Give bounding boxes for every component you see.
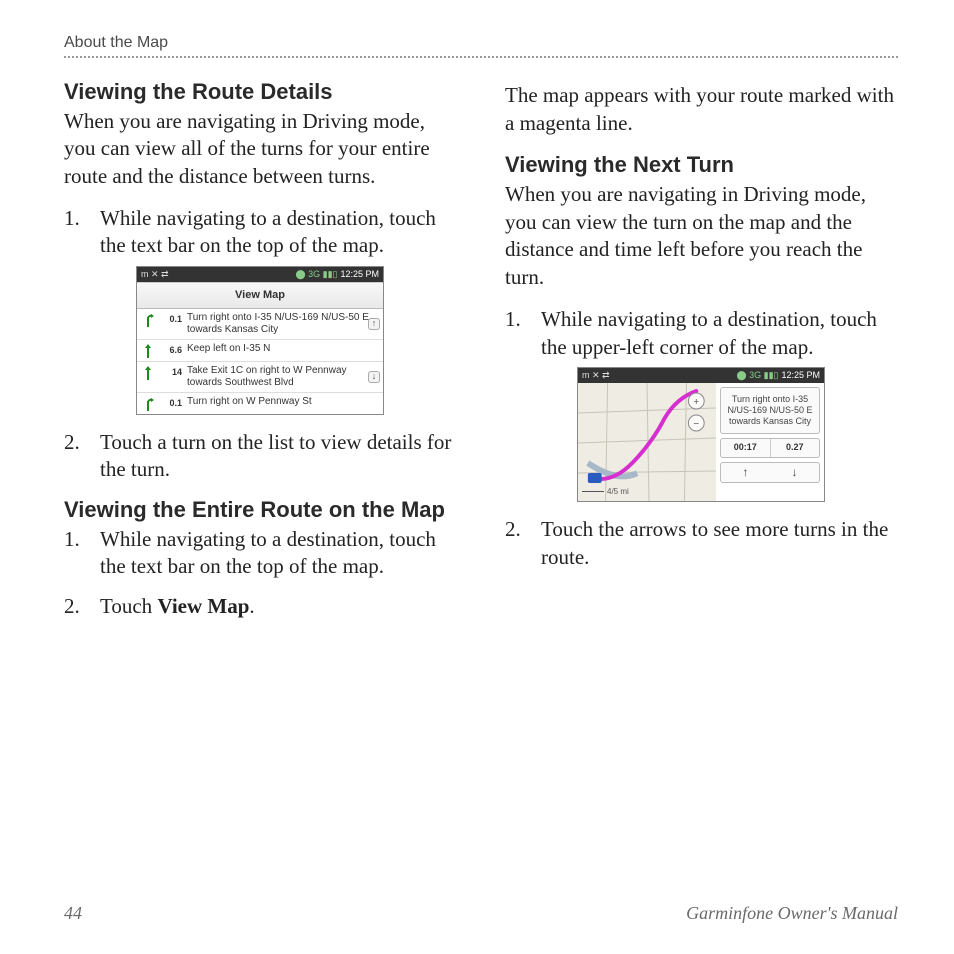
turn-distance: 6.6 bbox=[160, 343, 182, 357]
map-canvas[interactable]: + − 4/5 mi bbox=[578, 383, 716, 501]
turn-instruction: Take Exit 1C on right to W Pennway towar… bbox=[187, 365, 379, 389]
svg-text:+: + bbox=[693, 397, 699, 408]
step-item: While navigating to a destination, touch… bbox=[64, 205, 457, 415]
manual-page: About the Map Viewing the Route Details … bbox=[0, 0, 954, 954]
step-text-suffix: . bbox=[249, 594, 254, 618]
turn-arrow-icon bbox=[141, 396, 155, 411]
left-column: Viewing the Route Details When you are n… bbox=[64, 78, 457, 868]
status-time: 12:25 PM bbox=[781, 370, 820, 382]
status-icons-left: m ✕ ⇄ bbox=[582, 370, 610, 382]
next-turn-panel: Turn right onto I-35 N/US-169 N/US-50 E … bbox=[716, 383, 824, 501]
turn-arrow-icon bbox=[141, 343, 155, 358]
turn-list-row[interactable]: 0.1 Turn right on W Pennway St bbox=[137, 393, 383, 414]
turn-distance: 0.1 bbox=[160, 396, 182, 410]
step-text: While navigating to a destination, touch… bbox=[541, 307, 877, 359]
screenshot-next-turn: m ✕ ⇄ ⬤ 3G ▮▮▯ 12:25 PM bbox=[577, 367, 825, 502]
heading-entire-route: Viewing the Entire Route on the Map bbox=[64, 496, 457, 524]
header-rule bbox=[64, 56, 898, 58]
map-body: + − 4/5 mi Turn right onto I- bbox=[578, 383, 824, 501]
distance-remaining: 0.27 bbox=[770, 439, 820, 457]
continuation-paragraph: The map appears with your route marked w… bbox=[505, 82, 898, 137]
time-remaining: 00:17 bbox=[721, 439, 770, 457]
step-item: Touch a turn on the list to view details… bbox=[64, 429, 457, 484]
next-turn-stats: 00:17 0.27 bbox=[720, 438, 820, 458]
turn-list-row[interactable]: 6.6 Keep left on I-35 N bbox=[137, 340, 383, 362]
steps-next-turn: While navigating to a destination, touch… bbox=[505, 306, 898, 572]
heading-next-turn: Viewing the Next Turn bbox=[505, 151, 898, 179]
svg-text:−: − bbox=[693, 419, 699, 430]
right-column: The map appears with your route marked w… bbox=[505, 78, 898, 868]
status-time: 12:25 PM bbox=[340, 269, 379, 281]
intro-route-details: When you are navigating in Driving mode,… bbox=[64, 108, 457, 191]
turn-distance: 14 bbox=[160, 365, 182, 379]
steps-route-details: While navigating to a destination, touch… bbox=[64, 205, 457, 484]
running-header: About the Map bbox=[64, 34, 898, 52]
step-item: While navigating to a destination, touch… bbox=[505, 306, 898, 502]
turn-instruction: Turn right onto I-35 N/US-169 N/US-50 E … bbox=[187, 312, 379, 336]
step-text-bold: View Map bbox=[157, 594, 249, 618]
page-footer: 44 Garminfone Owner's Manual bbox=[64, 903, 898, 924]
turn-list-row[interactable]: 0.1 Turn right onto I-35 N/US-169 N/US-5… bbox=[137, 309, 383, 340]
turn-instruction: Turn right on W Pennway St bbox=[187, 396, 379, 408]
turn-nav-arrows: ↑ ↓ bbox=[720, 462, 820, 484]
status-signal-icons: ⬤ 3G ▮▮▯ bbox=[737, 370, 779, 382]
status-signal-icons: ⬤ 3G ▮▮▯ bbox=[296, 269, 338, 281]
intro-next-turn: When you are navigating in Driving mode,… bbox=[505, 181, 898, 292]
manual-title: Garminfone Owner's Manual bbox=[686, 903, 898, 924]
map-scale-label: 4/5 mi bbox=[607, 487, 629, 498]
heading-route-details: Viewing the Route Details bbox=[64, 78, 457, 106]
step-item: While navigating to a destination, touch… bbox=[64, 526, 457, 581]
turn-distance: 0.1 bbox=[160, 312, 182, 326]
turn-arrow-icon bbox=[141, 312, 155, 327]
steps-entire-route: While navigating to a destination, touch… bbox=[64, 526, 457, 621]
turn-list-row[interactable]: 14 Take Exit 1C on right to W Pennway to… bbox=[137, 362, 383, 393]
step-item: Touch the arrows to see more turns in th… bbox=[505, 516, 898, 571]
status-icons-left: m ✕ ⇄ bbox=[141, 269, 169, 281]
page-number: 44 bbox=[64, 903, 82, 924]
map-scale: 4/5 mi bbox=[582, 487, 629, 498]
phone-status-bar: m ✕ ⇄ ⬤ 3G ▮▮▯ 12:25 PM bbox=[578, 368, 824, 383]
next-turn-arrow-icon[interactable]: ↓ bbox=[792, 465, 798, 481]
step-text-prefix: Touch bbox=[100, 594, 157, 618]
step-text: While navigating to a destination, touch… bbox=[100, 206, 436, 258]
two-column-layout: Viewing the Route Details When you are n… bbox=[64, 78, 898, 868]
turn-instruction: Keep left on I-35 N bbox=[187, 343, 379, 355]
phone-status-bar: m ✕ ⇄ ⬤ 3G ▮▮▯ 12:25 PM bbox=[137, 267, 383, 282]
prev-turn-arrow-icon[interactable]: ↑ bbox=[743, 465, 749, 481]
next-turn-text: Turn right onto I-35 N/US-169 N/US-50 E … bbox=[720, 387, 820, 433]
scroll-down-icon[interactable]: ↓ bbox=[368, 371, 380, 383]
screenshot-turn-list: m ✕ ⇄ ⬤ 3G ▮▮▯ 12:25 PM View Map bbox=[136, 266, 384, 415]
scroll-up-icon[interactable]: ↑ bbox=[368, 318, 380, 330]
turn-arrow-icon bbox=[141, 365, 155, 380]
step-item: Touch View Map. bbox=[64, 593, 457, 621]
view-map-button[interactable]: View Map bbox=[137, 282, 383, 309]
